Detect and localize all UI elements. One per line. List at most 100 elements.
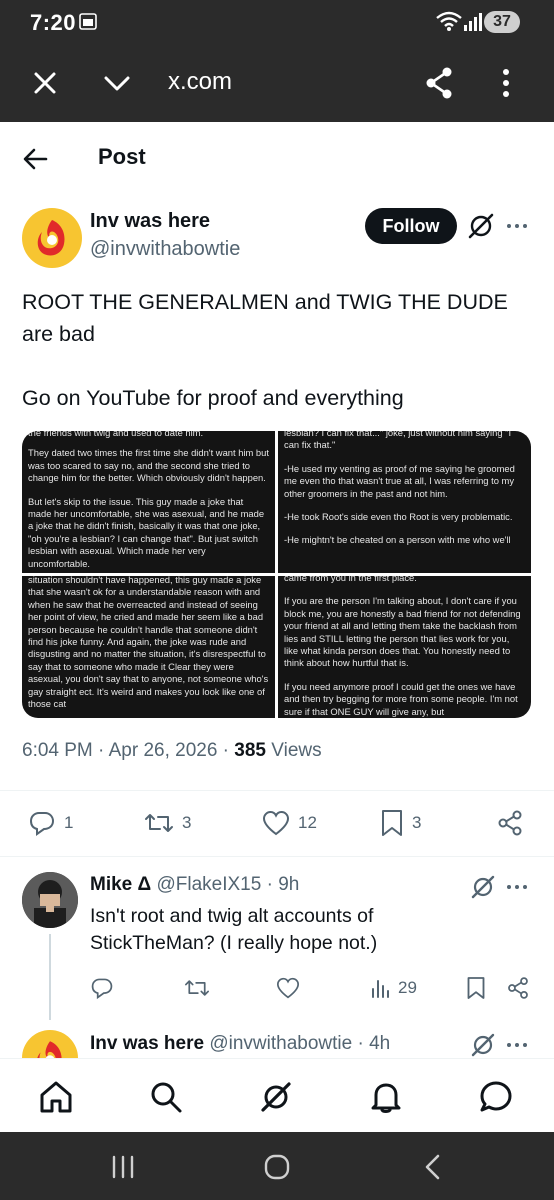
follow-button[interactable]: Follow bbox=[365, 208, 457, 244]
reply-action-bar: 29 bbox=[0, 970, 554, 1006]
like-button[interactable]: 12 bbox=[262, 808, 317, 838]
post-action-bar: 1 3 12 3 bbox=[0, 800, 554, 846]
status-bar: 7:20 37 bbox=[0, 0, 554, 44]
bookmark-icon bbox=[467, 977, 485, 999]
search-icon[interactable] bbox=[148, 1079, 184, 1115]
share-reply-button[interactable] bbox=[506, 974, 530, 1002]
reply-button[interactable]: 1 bbox=[28, 808, 73, 838]
divider bbox=[0, 856, 554, 857]
tweet-text-line: ROOT THE GENERALMEN and TWIG THE DUDE bbox=[22, 290, 508, 314]
more-icon[interactable] bbox=[506, 878, 528, 896]
kebab-icon[interactable] bbox=[496, 66, 516, 100]
views-label: Views bbox=[266, 740, 322, 761]
reply-author-handle[interactable]: @invwithabowtie bbox=[209, 1033, 352, 1054]
media-text: lesbian? I can fix that..." joke, just w… bbox=[284, 431, 512, 451]
reply-header: Mike Δ @FlakeIX15 · 9h bbox=[90, 874, 299, 896]
system-navigation-bar bbox=[0, 1132, 554, 1200]
media-text: -He took Root's side even tho Root is ve… bbox=[284, 511, 513, 523]
repost-button[interactable]: 3 bbox=[144, 808, 191, 838]
back-nav-icon[interactable] bbox=[418, 1152, 448, 1182]
grok-icon[interactable] bbox=[470, 874, 496, 900]
media-text: They dated two times the first time she … bbox=[28, 447, 269, 484]
notifications-icon[interactable] bbox=[368, 1079, 404, 1115]
messages-icon[interactable] bbox=[478, 1079, 514, 1115]
reply-button[interactable] bbox=[90, 974, 114, 1002]
status-time: 7:20 bbox=[30, 10, 77, 35]
post-timestamp: 6:04 PM · Apr 26, 2026 · bbox=[22, 740, 235, 761]
reply-author-name[interactable]: Mike Δ bbox=[90, 874, 151, 895]
more-icon[interactable] bbox=[506, 216, 528, 236]
reply-author-handle[interactable]: @FlakeIX15 bbox=[156, 874, 261, 895]
media-text: If you need anymore proof I could get th… bbox=[284, 680, 518, 717]
url-display[interactable]: x.com bbox=[168, 68, 232, 96]
recent-apps-icon[interactable] bbox=[108, 1152, 138, 1182]
media-text: If you are the person I'm talking about,… bbox=[284, 595, 521, 669]
reply-avatar[interactable] bbox=[22, 872, 78, 928]
media-image-4[interactable]: came from you in the first place. If you… bbox=[278, 576, 531, 718]
bookmark-icon bbox=[382, 810, 402, 836]
post-meta: 6:04 PM · Apr 26, 2026 · 385 Views bbox=[22, 740, 322, 762]
grok-icon[interactable] bbox=[258, 1079, 294, 1115]
bookmark-button[interactable]: 3 bbox=[380, 808, 421, 838]
grok-icon[interactable] bbox=[470, 1032, 496, 1058]
home-icon[interactable] bbox=[38, 1079, 74, 1115]
author-name[interactable]: Inv was here bbox=[90, 210, 210, 233]
avatar[interactable] bbox=[22, 208, 82, 268]
chevron-down-icon[interactable] bbox=[102, 68, 132, 98]
repost-icon bbox=[145, 814, 173, 832]
views-button[interactable]: 29 bbox=[370, 974, 417, 1002]
browser-toolbar: x.com bbox=[0, 44, 554, 122]
like-count: 12 bbox=[298, 813, 317, 832]
share-nodes-icon bbox=[508, 977, 528, 999]
close-icon[interactable] bbox=[30, 68, 60, 98]
like-icon bbox=[276, 977, 300, 999]
repost-count: 3 bbox=[182, 813, 192, 832]
media-image-2[interactable]: lesbian? I can fix that..." joke, just w… bbox=[278, 431, 531, 573]
divider bbox=[0, 790, 554, 791]
system-top-bar: 7:20 37 x.com bbox=[0, 0, 554, 122]
gallery-notification-icon bbox=[79, 13, 97, 30]
like-button[interactable] bbox=[276, 974, 300, 1002]
reply-time: · 9h bbox=[261, 874, 300, 895]
more-icon[interactable] bbox=[506, 1036, 528, 1054]
reply-time: · 4h bbox=[352, 1033, 391, 1054]
views-count[interactable]: 385 bbox=[234, 740, 266, 761]
reply-icon bbox=[29, 812, 55, 836]
media-image-3[interactable]: situation shouldn't have happened, this … bbox=[22, 576, 275, 718]
tweet-text-line: Go on YouTube for proof and everything bbox=[22, 386, 404, 410]
reply-header: Inv was here @invwithabowtie · 4h bbox=[90, 1033, 390, 1055]
reply-views-count: 29 bbox=[398, 978, 417, 997]
wifi-icon bbox=[436, 11, 462, 31]
avatar-character-icon bbox=[22, 872, 78, 928]
tweet-text-line: are bad bbox=[22, 322, 95, 346]
author-handle[interactable]: @invwithabowtie bbox=[90, 238, 240, 261]
home-button-icon[interactable] bbox=[262, 1152, 292, 1182]
reply-icon bbox=[91, 978, 113, 1000]
like-icon bbox=[262, 810, 290, 836]
back-arrow-icon[interactable] bbox=[22, 146, 48, 172]
media-grid[interactable]: the friends with twig and used to date h… bbox=[22, 431, 531, 718]
repost-button[interactable] bbox=[184, 974, 210, 1002]
tweet-text: ROOT THE GENERALMEN and TWIG THE DUDE ar… bbox=[22, 286, 532, 414]
post-header: Post bbox=[0, 124, 554, 190]
media-text: -He used my venting as proof of me sayin… bbox=[284, 462, 515, 499]
avatar-logo-icon bbox=[37, 220, 65, 256]
bookmark-count: 3 bbox=[412, 813, 422, 832]
share-post-button[interactable] bbox=[496, 808, 524, 838]
battery-indicator: 37 bbox=[484, 11, 520, 33]
repost-icon bbox=[185, 980, 209, 996]
share-nodes-icon bbox=[498, 810, 522, 836]
grok-icon[interactable] bbox=[466, 211, 496, 241]
media-text: the friends with twig and used to date h… bbox=[28, 431, 204, 438]
bottom-navigation bbox=[0, 1058, 554, 1132]
media-text: situation shouldn't have happened, this … bbox=[28, 576, 269, 710]
media-text: -He mightn't be cheated on a person with… bbox=[284, 534, 511, 546]
bookmark-button[interactable] bbox=[466, 974, 486, 1002]
page-title: Post bbox=[98, 144, 146, 169]
media-text: came from you in the first place. bbox=[284, 576, 417, 583]
share-icon[interactable] bbox=[424, 66, 454, 100]
media-text: But let's skip to the issue. This guy ma… bbox=[28, 495, 265, 569]
media-image-1[interactable]: the friends with twig and used to date h… bbox=[22, 431, 275, 573]
signal-icon bbox=[464, 13, 482, 31]
reply-author-name[interactable]: Inv was here bbox=[90, 1033, 204, 1054]
